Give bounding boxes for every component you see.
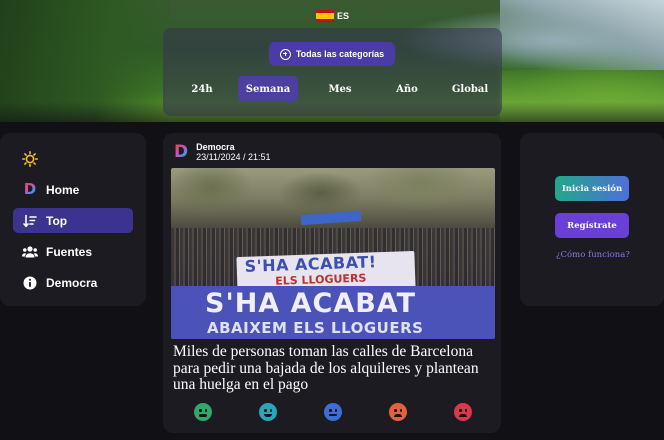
login-button[interactable]: Inicia sesión: [555, 176, 629, 201]
image-banner-main-subtext: ABAIXEM ELS LLOGUERS: [207, 319, 424, 337]
sidebar-item-label: Home: [46, 182, 80, 197]
post-image[interactable]: S'HA ACABAT! ELS LLOGUERS S'HA ACABAT AB…: [171, 168, 495, 339]
image-banner-main: S'HA ACABAT ABAIXEM ELS LLOGUERS: [171, 286, 495, 339]
sidebar-item-home[interactable]: D Home: [13, 177, 133, 202]
sidebar-item-democra[interactable]: Democra: [13, 270, 133, 295]
nauseated-face-icon[interactable]: [194, 403, 212, 421]
all-categories-button[interactable]: Todas las categorías: [269, 42, 395, 66]
language-selector[interactable]: ES: [316, 10, 349, 22]
app-root: ES Todas las categorías 24h Semana Mes A…: [0, 0, 664, 440]
angry-face-icon[interactable]: [454, 403, 472, 421]
tab-mes[interactable]: Mes: [310, 76, 370, 102]
grinning-face-icon[interactable]: [259, 403, 277, 421]
register-button[interactable]: Regístrate: [555, 213, 629, 238]
tab-ano[interactable]: Año: [376, 76, 438, 102]
democra-logo-icon: D: [174, 141, 189, 162]
neutral-face-icon[interactable]: [324, 403, 342, 421]
time-range-tabs: 24h Semana Mes Año Global: [173, 76, 493, 102]
sidebar-item-label: Fuentes: [46, 244, 93, 259]
frowning-face-icon[interactable]: [389, 403, 407, 421]
post-source[interactable]: Democra: [196, 142, 270, 152]
tab-semana[interactable]: Semana: [238, 76, 298, 102]
users-icon: [22, 244, 38, 260]
post-title[interactable]: Miles de personas toman las calles de Ba…: [173, 343, 498, 394]
democra-logo-icon: D: [23, 180, 37, 198]
image-banner-main-text: S'HA ACABAT: [205, 288, 417, 319]
sidebar-item-label: Democra: [46, 275, 98, 290]
sidebar-item-fuentes[interactable]: Fuentes: [13, 239, 133, 264]
plus-circle-icon: [279, 48, 291, 60]
sidebar-item-label: Top: [46, 213, 68, 228]
how-it-works-link[interactable]: ¿Cómo funciona?: [556, 250, 630, 260]
tab-global[interactable]: Global: [441, 76, 499, 102]
sidebar-item-top[interactable]: Top: [13, 208, 133, 233]
filter-panel: Todas las categorías 24h Semana Mes Año …: [163, 28, 502, 116]
post-header: D Democra 23/11/2024 / 21:51: [174, 142, 271, 163]
language-label: ES: [337, 11, 350, 21]
mountain-background: [500, 0, 664, 70]
tab-24h[interactable]: 24h: [178, 76, 226, 102]
info-icon: [22, 275, 38, 291]
reaction-bar: [194, 403, 474, 423]
spain-flag-icon: [316, 10, 334, 22]
all-categories-label: Todas las categorías: [295, 49, 385, 59]
sun-icon[interactable]: [22, 151, 38, 167]
sort-icon: [22, 213, 38, 229]
post-date: 23/11/2024 / 21:51: [196, 152, 271, 163]
